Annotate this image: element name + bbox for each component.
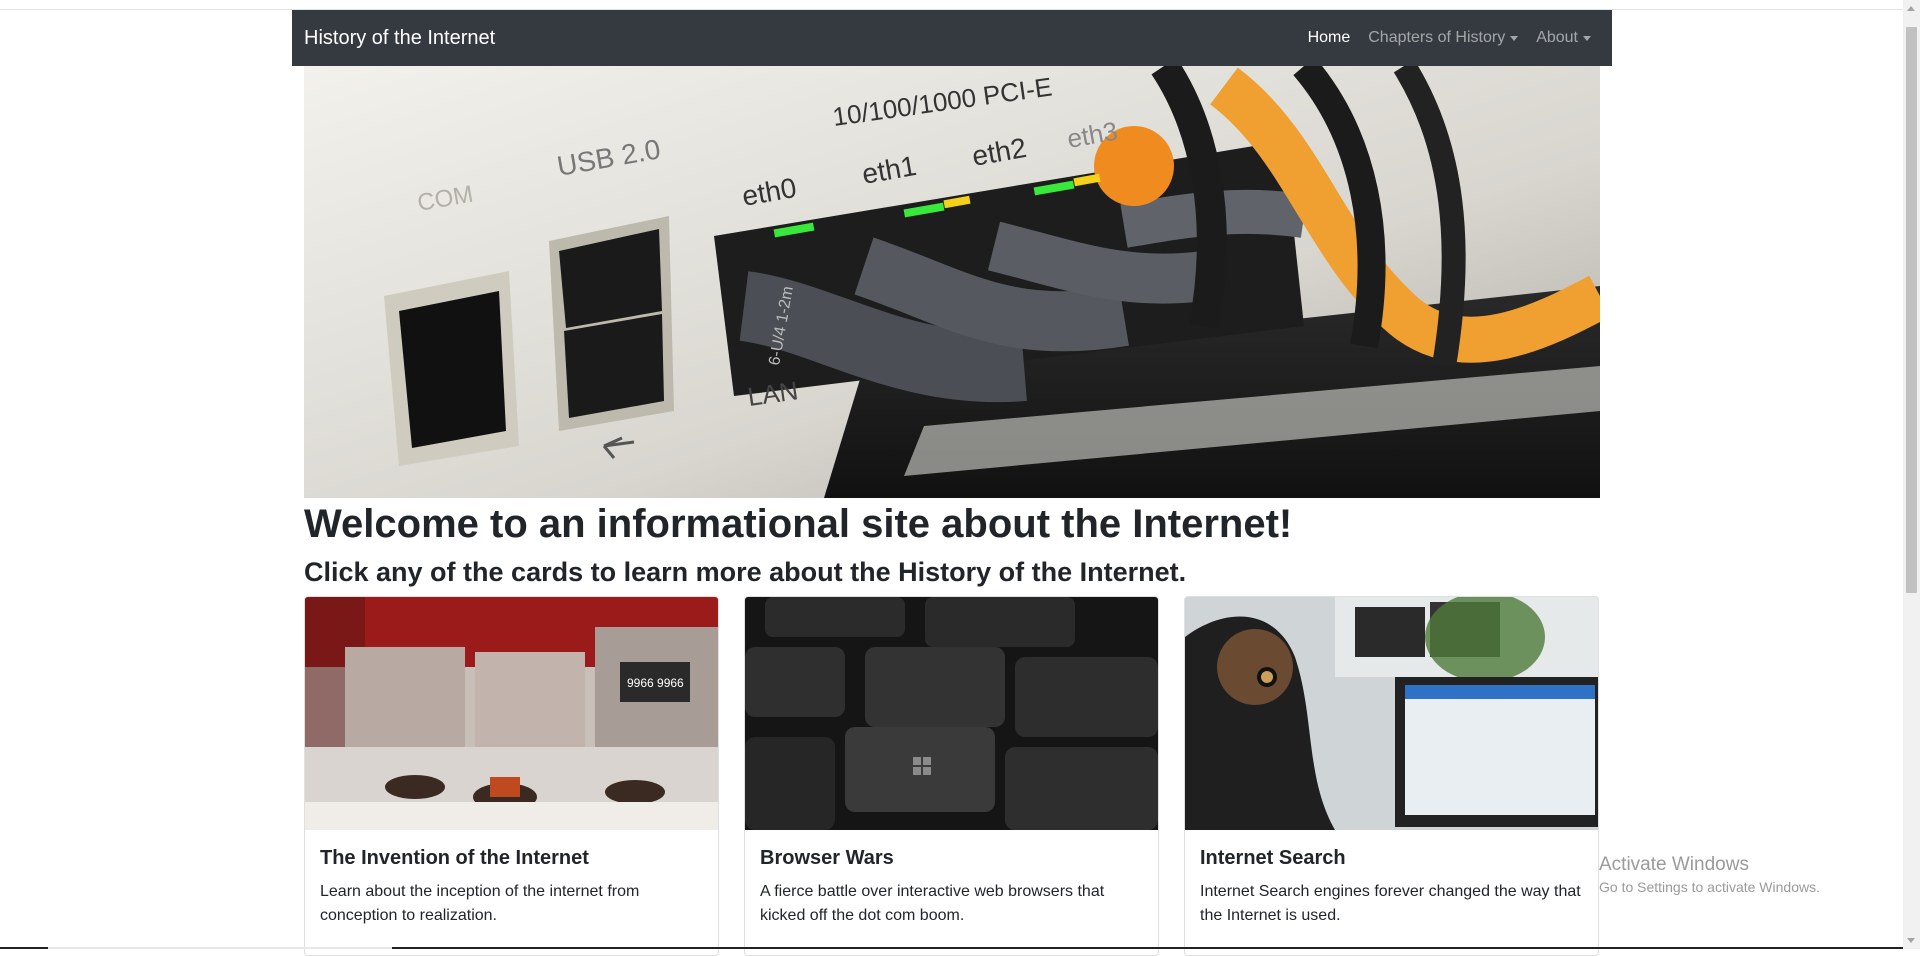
navbar-nav: Home Chapters of History About	[1299, 29, 1600, 47]
chevron-down-icon	[1583, 36, 1591, 41]
card-title: The Invention of the Internet	[320, 846, 703, 870]
watermark-title: Activate Windows	[1599, 853, 1820, 877]
scrollbar-thumb[interactable]	[1906, 27, 1917, 593]
card-invention[interactable]: 9966 9966 The Invention of the Internet …	[304, 596, 719, 956]
vertical-scrollbar[interactable]	[1903, 0, 1920, 949]
page-title: Welcome to an informational site about t…	[304, 500, 1292, 548]
card-image-invention: 9966 9966	[305, 597, 718, 830]
chevron-down-icon	[1510, 36, 1518, 41]
card-body: The Invention of the Internet Learn abou…	[305, 830, 718, 944]
nav-home-link[interactable]: Home	[1299, 29, 1360, 47]
card-title: Browser Wars	[760, 846, 1143, 870]
nav-chapters-dropdown[interactable]: Chapters of History	[1359, 29, 1527, 47]
router-ports-illustration: 10/100/1000 PCI-E USB 2.0 COM eth0 eth1 …	[304, 66, 1600, 498]
card-image-internet-search	[1185, 597, 1598, 830]
nav-chapters-label: Chapters of History	[1368, 29, 1505, 47]
activate-windows-watermark: Activate Windows Go to Settings to activ…	[1599, 853, 1820, 897]
nav-about-dropdown[interactable]: About	[1527, 29, 1600, 47]
card-deck: 9966 9966 The Invention of the Internet …	[304, 596, 1600, 956]
hero-image: 10/100/1000 PCI-E USB 2.0 COM eth0 eth1 …	[304, 66, 1600, 498]
nav-about-label: About	[1536, 29, 1578, 47]
navbar: History of the Internet Home Chapters of…	[292, 10, 1612, 66]
watermark-subtitle: Go to Settings to activate Windows.	[1599, 877, 1820, 897]
card-image-text: 9966 9966	[627, 676, 684, 690]
scroll-up-icon[interactable]	[1907, 6, 1915, 11]
card-text: A fierce battle over interactive web bro…	[760, 880, 1143, 928]
card-browser-wars[interactable]: Browser Wars A fierce battle over intera…	[744, 596, 1159, 956]
page-subtitle: Click any of the cards to learn more abo…	[304, 556, 1186, 588]
card-title: Internet Search	[1200, 846, 1583, 870]
nav-home-label: Home	[1308, 29, 1351, 47]
card-internet-search[interactable]: Internet Search Internet Search engines …	[1184, 596, 1599, 956]
card-body: Internet Search Internet Search engines …	[1185, 830, 1598, 944]
scroll-down-icon[interactable]	[1907, 938, 1915, 943]
card-text: Internet Search engines forever changed …	[1200, 880, 1583, 928]
navbar-brand[interactable]: History of the Internet	[304, 27, 495, 50]
card-text: Learn about the inception of the interne…	[320, 880, 703, 928]
card-image-browser-wars	[745, 597, 1158, 830]
card-body: Browser Wars A fierce battle over intera…	[745, 830, 1158, 944]
